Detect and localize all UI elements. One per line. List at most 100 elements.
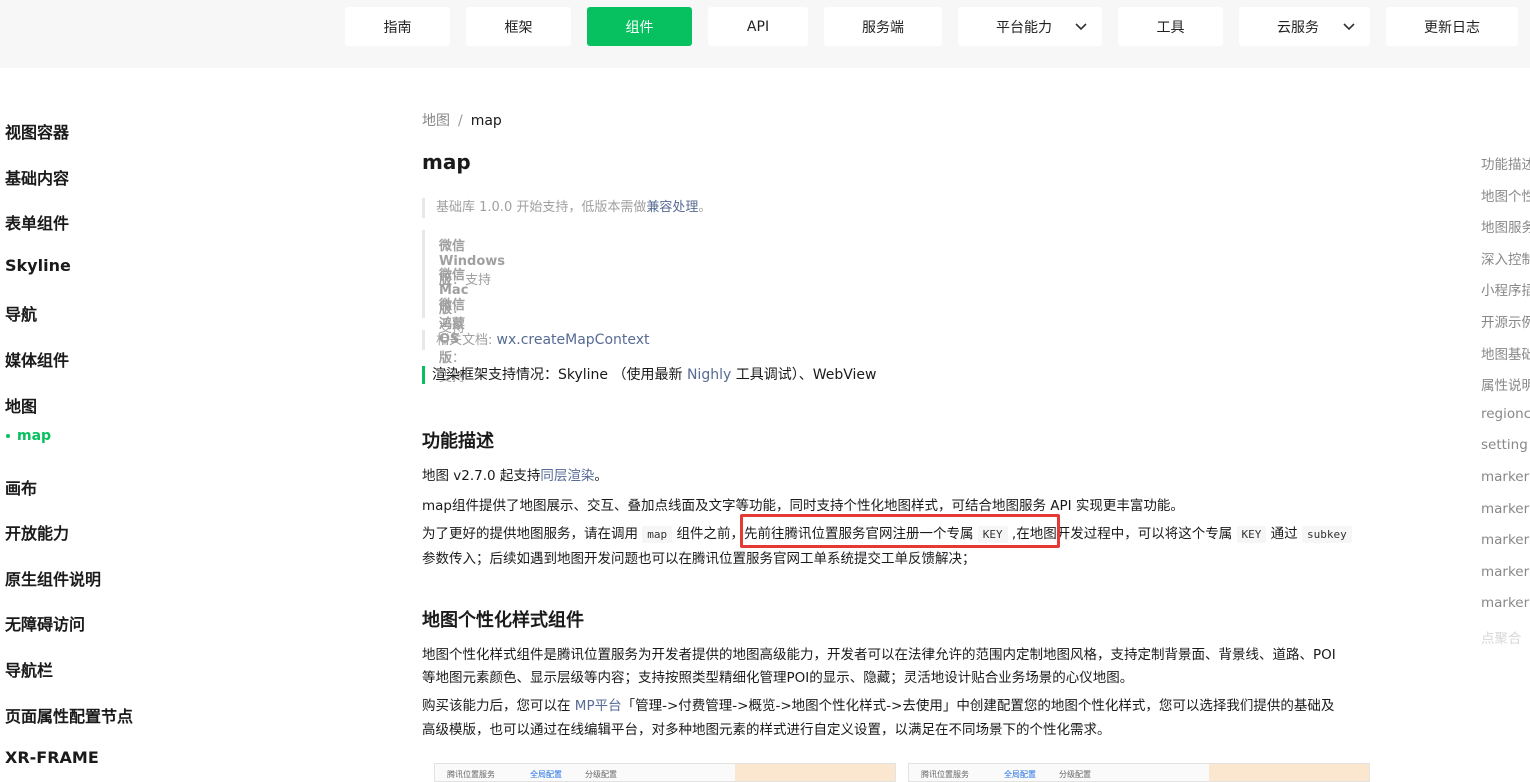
render-framework-support: 渲染框架支持情况：Skyline （使用最新 Nighly 工具调试）、WebV… [422, 366, 876, 384]
text: 通过 [1266, 526, 1302, 542]
breadcrumb-current: map [470, 113, 502, 129]
toc-item[interactable]: 小程序插 [1481, 279, 1530, 299]
nav-components[interactable]: 组件 [587, 7, 692, 46]
toc-item[interactable]: 开源示例 [1481, 311, 1530, 331]
sidebar-item-navigation[interactable]: 导航 [5, 301, 37, 325]
text: 地图 v2.7.0 起支持 [422, 468, 541, 484]
toc-item[interactable]: 深入控制 [1481, 248, 1530, 268]
nav-api[interactable]: API [708, 7, 808, 46]
nav-label: API [746, 18, 770, 35]
sidebar-item-open-capability[interactable]: 开放能力 [5, 520, 69, 544]
nav-label: 平台能力 [996, 19, 1052, 36]
related-docs-label: 相关文档: [436, 333, 497, 348]
section-heading-features: 功能描述 [422, 431, 494, 452]
map-style-screenshot: 腾讯位置服务 全局配置 分级配置 [908, 763, 1370, 782]
sidebar-item-page-meta[interactable]: 页面属性配置节点 [5, 703, 133, 727]
inline-code: subkey [1301, 526, 1352, 543]
section-heading-custom-style: 地图个性化样式组件 [422, 610, 584, 631]
breadcrumb-separator: / [458, 113, 463, 129]
base-library-note: 基础库 1.0.0 开始支持，低版本需做兼容处理。 [422, 198, 711, 218]
render-support-suffix: 工具调试）、WebView [731, 367, 877, 383]
toc-item[interactable]: 地图基础 [1481, 343, 1530, 363]
features-paragraph-1: 地图 v2.7.0 起支持同层渲染。 [422, 464, 608, 484]
nav-guide[interactable]: 指南 [345, 7, 450, 46]
base-library-text: 基础库 1.0.0 开始支持，低版本需做 [436, 200, 647, 215]
nav-label: 指南 [383, 19, 412, 36]
toc-item[interactable]: marker [1481, 564, 1529, 580]
sidebar-item-view-container[interactable]: 视图容器 [5, 119, 69, 143]
chevron-down-icon [1343, 23, 1355, 31]
chevron-down-icon [1075, 23, 1087, 31]
custom-style-paragraph-1-line2: 等地图元素颜色、显示层级等内容；支持按照类型精细化管理POI的显示、隐藏；灵活地… [422, 670, 1134, 686]
text: 「管理->付费管理->概览->地图个性化样式->去使用」中创建配置您的地图个性化… [621, 698, 1335, 714]
custom-style-paragraph-1-line1: 地图个性化样式组件是腾讯位置服务为开发者提供的地图高级能力，开发者可以在法律允许… [422, 647, 1336, 663]
custom-style-paragraph-2: 购买该能力后，您可以在 MP平台「管理->付费管理->概览->地图个性化样式->… [422, 694, 1334, 714]
render-support-text: 渲染框架支持情况：Skyline （使用最新 [432, 367, 687, 383]
sidebar-item-accessibility[interactable]: 无障碍访问 [5, 611, 85, 635]
map-style-screenshot: 腾讯位置服务 全局配置 分级配置 [434, 763, 896, 782]
toc-item[interactable]: marker [1481, 469, 1529, 485]
nav-label: 工具 [1156, 19, 1185, 36]
nav-label: 组件 [625, 19, 654, 36]
thumb-tab-global: 全局配置 [1004, 770, 1036, 779]
nighly-link[interactable]: Nighly [687, 367, 731, 383]
toc-item[interactable]: 功能描述 [1481, 153, 1530, 173]
mp-platform-link[interactable]: MP平台 [575, 698, 622, 714]
platform-support-note: 微信 Windows 版：支持 微信 Mac 版：支持 微信 鸿蒙 OS 版：支… [422, 230, 505, 385]
custom-style-paragraph-2-line2: 高级模版，也可以通过在线编辑平台，对多种地图元素的样式进行自定义设置，以满足在不… [422, 722, 1111, 738]
nav-label: 更新日志 [1424, 19, 1480, 36]
thumb-title: 腾讯位置服务 [921, 770, 969, 779]
toc-item[interactable]: regionc [1481, 406, 1530, 422]
features-paragraph-3-line2: 参数传入；后续如遇到地图开发问题也可以在腾讯位置服务官网工单系统提交工单反馈解决… [422, 551, 976, 567]
inline-code: KEY [1236, 526, 1267, 543]
thumb-tab-global: 全局配置 [530, 770, 562, 779]
base-library-suffix: 。 [698, 200, 712, 215]
toc-item[interactable]: marker [1481, 532, 1529, 548]
toc-item[interactable]: marker [1481, 501, 1529, 517]
top-navigation: 指南 框架 组件 API 服务端 平台能力 工具 云服务 更新日志 [0, 0, 1530, 68]
text: 购买该能力后，您可以在 [422, 698, 575, 714]
sidebar-item-canvas[interactable]: 画布 [5, 475, 37, 499]
nav-changelog[interactable]: 更新日志 [1386, 7, 1518, 46]
sidebar-item-native-component[interactable]: 原生组件说明 [5, 566, 101, 590]
sidebar-subitem-label: map [17, 428, 52, 444]
breadcrumb-parent[interactable]: 地图 [422, 113, 450, 129]
sidebar-subitem-map[interactable]: map [6, 428, 51, 444]
page-title: map [422, 150, 471, 174]
compat-link[interactable]: 兼容处理 [646, 200, 698, 215]
toc-item[interactable]: 点聚合 [1481, 627, 1522, 647]
sidebar-item-basic-content[interactable]: 基础内容 [5, 165, 69, 189]
thumb-tab-level: 分级配置 [1059, 770, 1091, 779]
nav-platform-capability[interactable]: 平台能力 [958, 7, 1102, 46]
sidebar-item-media[interactable]: 媒体组件 [5, 347, 69, 371]
sidebar-item-map[interactable]: 地图 [5, 393, 37, 417]
bullet-dot-icon [6, 434, 10, 438]
breadcrumb: 地图 / map [422, 110, 502, 130]
related-docs-note: 相关文档: wx.createMapContext [422, 330, 650, 350]
thumb-title: 腾讯位置服务 [447, 770, 495, 779]
features-paragraph-2: map组件提供了地图展示、交互、叠加点线面及文字等功能，同时支持个性化地图样式，… [422, 498, 1184, 514]
inline-code: map [642, 526, 673, 543]
nav-cloud-service[interactable]: 云服务 [1239, 7, 1370, 46]
nav-label: 服务端 [862, 19, 904, 36]
nav-server[interactable]: 服务端 [824, 7, 942, 46]
related-docs-link[interactable]: wx.createMapContext [497, 332, 650, 348]
toc-item[interactable]: setting [1481, 437, 1528, 453]
highlight-annotation-box [740, 514, 1060, 548]
nav-tools[interactable]: 工具 [1118, 7, 1223, 46]
toc-item[interactable]: marker [1481, 595, 1529, 611]
nav-label: 框架 [504, 19, 533, 36]
sidebar-item-skyline[interactable]: Skyline [5, 256, 71, 275]
text: 为了更好的提供地图服务，请在调用 [422, 526, 643, 542]
nav-framework[interactable]: 框架 [466, 7, 571, 46]
sidebar-item-form[interactable]: 表单组件 [5, 210, 69, 234]
nav-label: 云服务 [1277, 19, 1319, 36]
sidebar-item-navbar[interactable]: 导航栏 [5, 657, 53, 681]
same-layer-render-link[interactable]: 同层渲染 [540, 468, 594, 484]
toc-item[interactable]: 地图个性 [1481, 185, 1530, 205]
thumb-tab-level: 分级配置 [585, 770, 617, 779]
toc-item[interactable]: 属性说明 [1481, 374, 1530, 394]
sidebar-item-xr-frame[interactable]: XR-FRAME [5, 748, 99, 767]
toc-item[interactable]: 地图服务 [1481, 216, 1530, 236]
text: 。 [594, 468, 608, 484]
